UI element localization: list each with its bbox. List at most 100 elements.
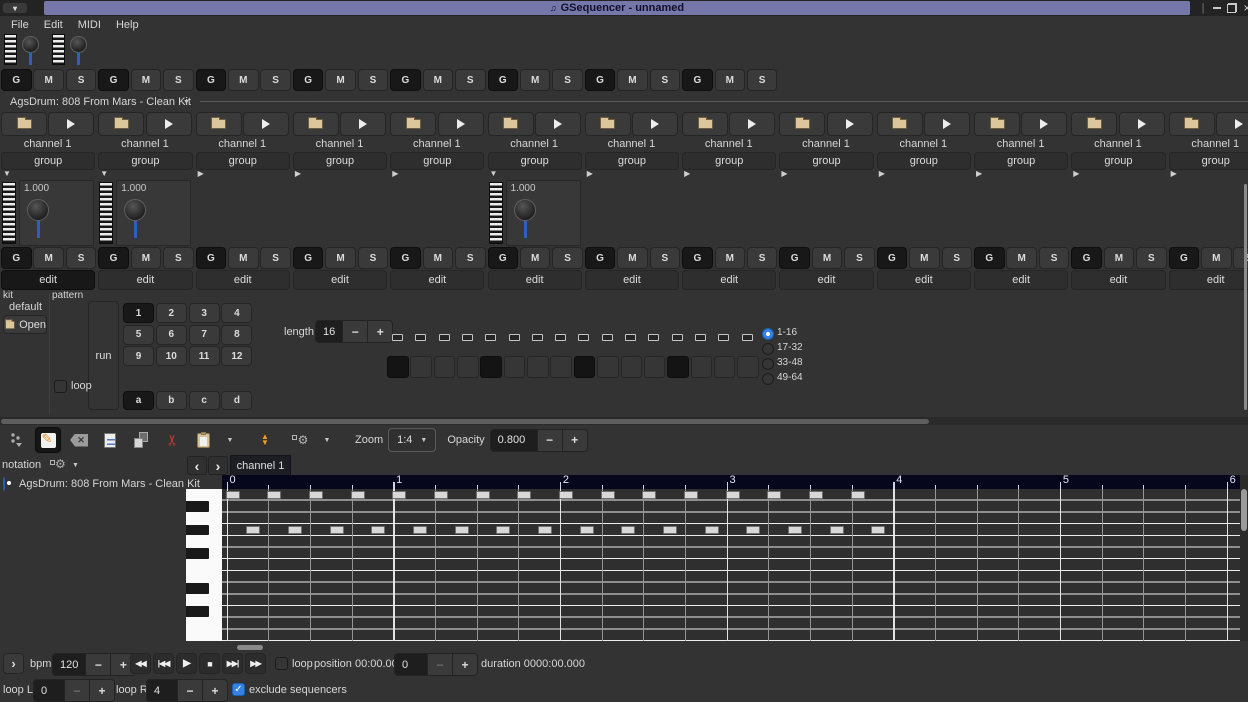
piano-keyboard[interactable] <box>186 489 222 641</box>
note[interactable] <box>642 491 656 500</box>
notation-hscrollbar[interactable] <box>222 643 1240 652</box>
channel-volume-knob-0[interactable] <box>27 199 49 221</box>
note[interactable] <box>330 526 344 535</box>
pattern-pad-11[interactable] <box>621 356 643 378</box>
solo-toggle-6[interactable]: S <box>650 247 681 269</box>
edit-toggle-3[interactable]: edit <box>293 270 387 290</box>
channel-open-button-11[interactable] <box>1071 112 1117 136</box>
channel-open-button-0[interactable] <box>1 112 47 136</box>
channel-expander-7[interactable]: ▶ <box>684 169 690 178</box>
pattern-pad-16[interactable] <box>737 356 759 378</box>
group-toggle-12[interactable]: G <box>1169 247 1200 269</box>
channel-play-button-12[interactable] <box>1216 112 1248 136</box>
solo-toggle-7[interactable]: S <box>747 247 778 269</box>
channel-group-button-9[interactable]: group <box>877 152 971 170</box>
edit-toggle-11[interactable]: edit <box>1071 270 1165 290</box>
group-toggle-7[interactable]: G <box>682 69 713 91</box>
note[interactable] <box>621 526 635 535</box>
mute-toggle-8[interactable]: M <box>812 247 843 269</box>
machine-vscrollbar[interactable] <box>1244 184 1247 410</box>
channel-expander-6[interactable]: ▶ <box>587 169 593 178</box>
master-volume-knob-1[interactable] <box>70 36 87 53</box>
solo-toggle-0[interactable]: S <box>66 69 97 91</box>
minimize-button[interactable] <box>1210 2 1224 14</box>
bpm-spinner-decrement[interactable]: − <box>85 654 110 675</box>
length-spinner-value[interactable]: 16 <box>316 321 342 342</box>
solo-toggle-3[interactable]: S <box>358 247 389 269</box>
mute-toggle-2[interactable]: M <box>228 247 259 269</box>
solo-toggle-2[interactable]: S <box>260 247 291 269</box>
bank-letter-c[interactable]: c <box>189 391 220 410</box>
mute-toggle-5[interactable]: M <box>520 69 551 91</box>
group-toggle-5[interactable]: G <box>488 69 519 91</box>
mute-toggle-11[interactable]: M <box>1104 247 1135 269</box>
mute-toggle-10[interactable]: M <box>1006 247 1037 269</box>
notation-vscrollbar[interactable] <box>1240 475 1248 641</box>
edit-toggle-6[interactable]: edit <box>585 270 679 290</box>
restore-button[interactable] <box>1225 2 1239 14</box>
channel-expander-10[interactable]: ▶ <box>976 169 982 178</box>
channel-expander-5[interactable]: ▼ <box>490 169 498 178</box>
machine-selector-dropdown-icon[interactable]: ▼ <box>183 99 190 106</box>
play-button[interactable]: ▶ <box>176 653 197 674</box>
channel-group-button-10[interactable]: group <box>974 152 1068 170</box>
next-button[interactable]: ▶▶| <box>222 653 243 674</box>
note[interactable] <box>726 491 740 500</box>
edit-toggle-8[interactable]: edit <box>779 270 873 290</box>
mute-toggle-3[interactable]: M <box>325 69 356 91</box>
pattern-pad-2[interactable] <box>410 356 432 378</box>
loop-r-spinner[interactable]: 4−+ <box>146 679 228 702</box>
note[interactable] <box>684 491 698 500</box>
channel-group-button-2[interactable]: group <box>196 152 290 170</box>
solo-toggle-7[interactable]: S <box>747 69 778 91</box>
channel-expander-12[interactable]: ▶ <box>1171 169 1177 178</box>
group-toggle-5[interactable]: G <box>488 247 519 269</box>
transport-loop-checkbox[interactable] <box>275 657 288 670</box>
bank-button-5[interactable]: 5 <box>123 325 154 345</box>
solo-toggle-1[interactable]: S <box>163 69 194 91</box>
menu-item-file[interactable]: File <box>8 19 32 31</box>
channel-expander-9[interactable]: ▶ <box>879 169 885 178</box>
opacity-spinner-value[interactable]: 0.800 <box>491 430 537 451</box>
channel-group-button-4[interactable]: group <box>390 152 484 170</box>
note[interactable] <box>351 491 365 500</box>
tab-channel-1[interactable]: channel 1 <box>230 455 291 475</box>
pattern-pad-1[interactable] <box>387 356 409 378</box>
note[interactable] <box>746 526 760 535</box>
mute-toggle-7[interactable]: M <box>715 69 746 91</box>
mute-toggle-4[interactable]: M <box>423 69 454 91</box>
rewind-button[interactable]: ◀◀ <box>130 653 151 674</box>
note[interactable] <box>871 526 885 535</box>
note[interactable] <box>767 491 781 500</box>
channel-open-button-8[interactable] <box>779 112 825 136</box>
loop-r-spinner-increment[interactable]: + <box>202 680 227 701</box>
note[interactable] <box>580 526 594 535</box>
channel-play-button-6[interactable] <box>632 112 678 136</box>
channel-group-button-0[interactable]: group <box>1 152 95 170</box>
previous-button[interactable]: |◀◀ <box>153 653 174 674</box>
solo-toggle-2[interactable]: S <box>260 69 291 91</box>
channel-group-button-5[interactable]: group <box>488 152 582 170</box>
group-toggle-0[interactable]: G <box>1 247 32 269</box>
note[interactable] <box>705 526 719 535</box>
position-spinner-increment[interactable]: + <box>452 654 477 675</box>
piano-key-black[interactable] <box>186 501 209 512</box>
pattern-pad-9[interactable] <box>574 356 596 378</box>
pattern-pad-3[interactable] <box>434 356 456 378</box>
solo-toggle-8[interactable]: S <box>844 247 875 269</box>
pattern-pad-4[interactable] <box>457 356 479 378</box>
position-spinner[interactable]: 0−+ <box>394 653 478 676</box>
position-button[interactable] <box>4 427 30 453</box>
solo-toggle-9[interactable]: S <box>942 247 973 269</box>
loop-r-spinner-decrement[interactable]: − <box>177 680 202 701</box>
channel-expander-3[interactable]: ▶ <box>295 169 301 178</box>
channel-play-button-2[interactable] <box>243 112 289 136</box>
window-menu-button[interactable]: ▾ <box>2 2 28 14</box>
group-toggle-8[interactable]: G <box>779 247 810 269</box>
length-spinner-decrement[interactable]: − <box>342 321 367 342</box>
note[interactable] <box>246 526 260 535</box>
channel-play-button-0[interactable] <box>48 112 94 136</box>
note[interactable] <box>392 491 406 500</box>
pattern-pad-8[interactable] <box>550 356 572 378</box>
channel-volume-knob-1[interactable] <box>124 199 146 221</box>
